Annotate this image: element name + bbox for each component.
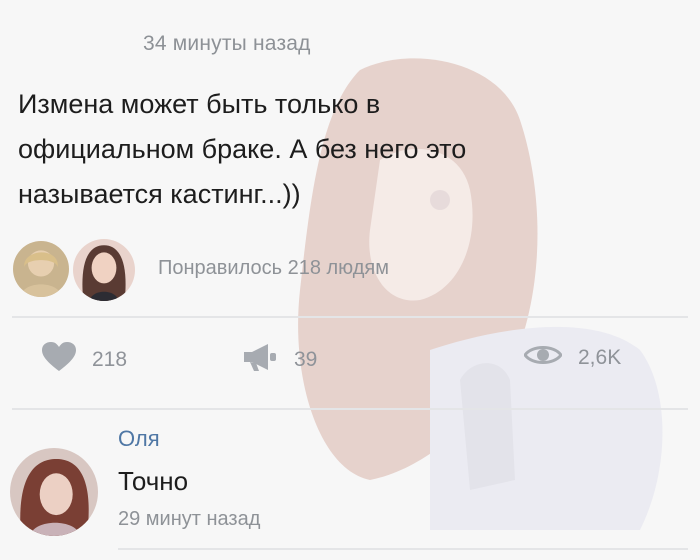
- share-button[interactable]: 39: [242, 342, 317, 377]
- post-text-line: называется кастинг...)): [18, 179, 301, 209]
- like-button[interactable]: 218: [42, 342, 127, 377]
- liked-by-avatars[interactable]: [10, 236, 140, 304]
- comment-author-name[interactable]: Оля: [118, 426, 160, 452]
- shares-count: 39: [294, 347, 318, 371]
- avatar[interactable]: [70, 236, 138, 304]
- avatar-image: [13, 241, 69, 297]
- comment-timestamp: 29 минут назад: [118, 508, 261, 530]
- post-timestamp: 34 минуты назад: [143, 32, 311, 55]
- megaphone-icon: [242, 342, 278, 377]
- eye-icon: [523, 342, 563, 373]
- avatar-image: [10, 448, 98, 536]
- views-count: 2,6K: [578, 345, 622, 369]
- divider: [12, 316, 688, 318]
- post-actions: 218 39 2,6K: [0, 342, 700, 392]
- divider: [12, 408, 688, 410]
- post-text-line: официальном браке. А без него это: [18, 134, 467, 164]
- likes-count: 218: [92, 347, 128, 371]
- divider: [118, 548, 688, 550]
- comment-text: Точно: [118, 466, 189, 496]
- views-counter: 2,6K: [523, 342, 622, 373]
- post-text-line: Измена может быть только в: [18, 89, 381, 119]
- post-text: Измена может быть только в официальном б…: [18, 82, 618, 217]
- liked-by-text[interactable]: Понравилось 218 людям: [158, 257, 389, 280]
- avatar-image: [73, 239, 135, 301]
- comment-author-avatar[interactable]: [10, 448, 98, 536]
- heart-icon: [42, 342, 76, 377]
- avatar[interactable]: [10, 238, 72, 300]
